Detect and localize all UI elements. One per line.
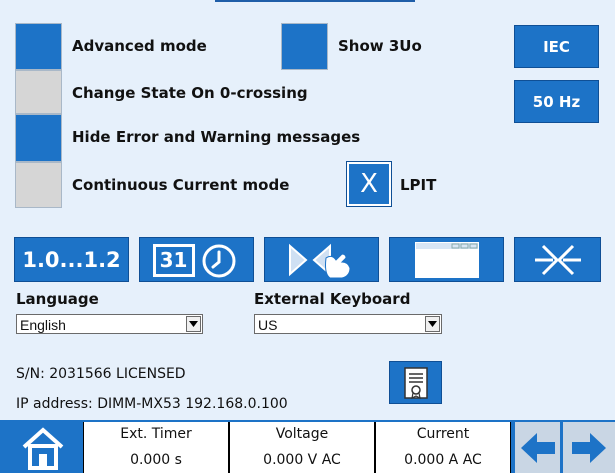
window-icon (414, 241, 479, 278)
range-label: 1.0...1.2 (22, 247, 121, 272)
ip-address: IP address: DIMM-MX53 192.168.0.100 (16, 396, 288, 412)
advanced-mode-label: Advanced mode (72, 37, 207, 55)
switch-open-icon (534, 244, 581, 275)
keyboard-label: External Keyboard (254, 290, 411, 308)
clock-icon (202, 244, 235, 277)
back-button[interactable] (515, 422, 560, 473)
change-state-toggle[interactable] (15, 70, 62, 114)
forward-button[interactable] (563, 422, 615, 473)
chevron-down-icon[interactable] (425, 316, 440, 332)
language-value: English (20, 317, 66, 333)
language-label: Language (16, 290, 99, 308)
current-title: Current (416, 426, 470, 442)
home-button[interactable] (13, 422, 73, 473)
voltage-value: 0.000 V AC (263, 452, 341, 468)
continuous-current-label: Continuous Current mode (72, 176, 290, 194)
calendar-day: 31 (159, 248, 188, 272)
ext-timer-title: Ext. Timer (120, 426, 192, 442)
keyboard-value: US (258, 317, 278, 333)
show-3uo-toggle[interactable] (281, 23, 328, 70)
lpit-label: LPIT (400, 176, 437, 194)
keyboard-select[interactable]: US (254, 314, 442, 334)
certificate-icon (403, 366, 428, 399)
home-icon (22, 426, 64, 470)
window-button[interactable] (389, 237, 504, 282)
switch-touch-icon (288, 243, 351, 278)
lpit-check-mark: X (360, 169, 378, 199)
switch-touch-button[interactable] (264, 237, 379, 282)
show-3uo-label: Show 3Uo (338, 37, 422, 55)
iec-button[interactable]: IEC (514, 25, 599, 68)
language-select[interactable]: English (16, 314, 203, 334)
ext-timer-value: 0.000 s (130, 452, 182, 468)
frequency-button[interactable]: 50 Hz (514, 80, 599, 123)
voltage-title: Voltage (275, 426, 329, 442)
advanced-mode-toggle[interactable] (15, 23, 62, 70)
switch-button[interactable] (514, 237, 601, 282)
change-state-label: Change State On 0-crossing (72, 84, 308, 102)
voltage-cell: Voltage 0.000 V AC (229, 422, 375, 473)
license-button[interactable] (389, 361, 442, 404)
chevron-down-icon[interactable] (186, 316, 201, 332)
arrow-left-icon (520, 432, 555, 463)
hide-errors-label: Hide Error and Warning messages (72, 128, 361, 146)
range-button[interactable]: 1.0...1.2 (14, 237, 129, 282)
lpit-checkbox[interactable]: X (346, 161, 392, 207)
top-divider (215, 0, 415, 2)
hide-errors-toggle[interactable] (15, 114, 62, 162)
continuous-current-toggle[interactable] (15, 162, 62, 208)
serial-number: S/N: 2031566 LICENSED (16, 366, 186, 382)
current-cell: Current 0.000 A AC (375, 422, 511, 473)
date-time-button[interactable]: 31 (139, 237, 254, 282)
ext-timer-cell: Ext. Timer 0.000 s (83, 422, 229, 473)
arrow-right-icon (572, 432, 606, 463)
calendar-icon: 31 (152, 243, 195, 277)
current-value: 0.000 A AC (404, 452, 482, 468)
